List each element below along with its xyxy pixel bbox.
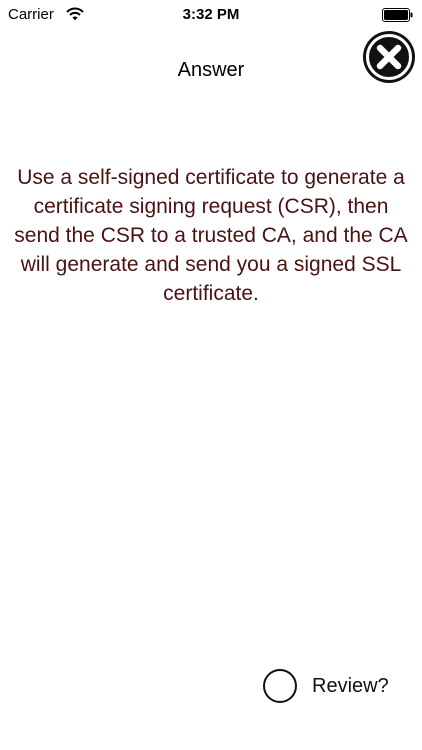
review-label: Review? [312,675,389,697]
review-checkbox[interactable] [263,669,297,703]
review-toggle[interactable]: Review? [263,667,389,705]
battery-icon [382,8,413,22]
page-title: Answer [177,59,245,81]
answer-text: Use a self-signed certificate to generat… [14,166,408,305]
status-bar: Carrier 3:32 PM [0,0,422,30]
close-icon [363,31,415,83]
close-button[interactable] [362,30,416,84]
status-time: 3:32 PM [182,6,240,23]
